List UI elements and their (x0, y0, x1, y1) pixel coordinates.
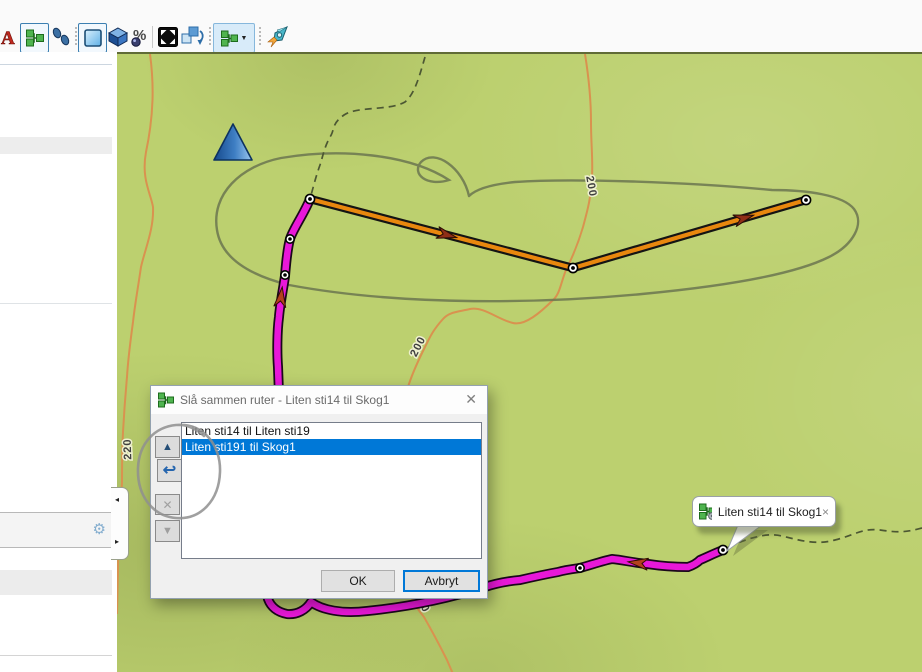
cancel-button-label: Avbryt (425, 574, 459, 588)
dialog-titlebar[interactable]: Slå sammen ruter - Liten sti14 til Skog1… (151, 386, 487, 414)
undo-merge-button[interactable]: ↩ (157, 459, 182, 482)
callout-close-icon[interactable]: × (822, 505, 829, 519)
up-arrow-icon: ▲ (162, 441, 173, 453)
app-window: A (0, 0, 922, 672)
move-up-button[interactable]: ▲ (155, 436, 180, 458)
cancel-button[interactable]: Avbryt (403, 570, 480, 592)
list-item-selected[interactable]: Liten sti191 til Skog1 (182, 439, 481, 455)
undo-arrow-icon: ↩ (163, 464, 176, 478)
route-callout[interactable]: Liten sti14 til Skog1 × (692, 496, 836, 527)
merge-routes-dialog: Slå sammen ruter - Liten sti14 til Skog1… (150, 385, 488, 599)
down-arrow-icon: ▼ (162, 525, 173, 537)
ok-button[interactable]: OK (321, 570, 395, 592)
merge-routes-gear-icon (699, 503, 712, 520)
list-item[interactable]: Liten sti14 til Liten sti19 (182, 423, 481, 439)
callout-label: Liten sti14 til Skog1 (718, 505, 822, 519)
ok-button-label: OK (349, 574, 366, 588)
remove-button[interactable]: ✕ (155, 494, 180, 515)
dialog-title: Slå sammen ruter - Liten sti14 til Skog1 (180, 393, 389, 407)
move-down-button[interactable]: ▼ (155, 520, 180, 542)
x-icon: ✕ (162, 498, 172, 512)
routes-listbox[interactable]: Liten sti14 til Liten sti19 Liten sti191… (181, 422, 482, 559)
dialog-close-icon[interactable]: ✕ (465, 391, 477, 408)
merge-routes-icon (158, 392, 174, 408)
